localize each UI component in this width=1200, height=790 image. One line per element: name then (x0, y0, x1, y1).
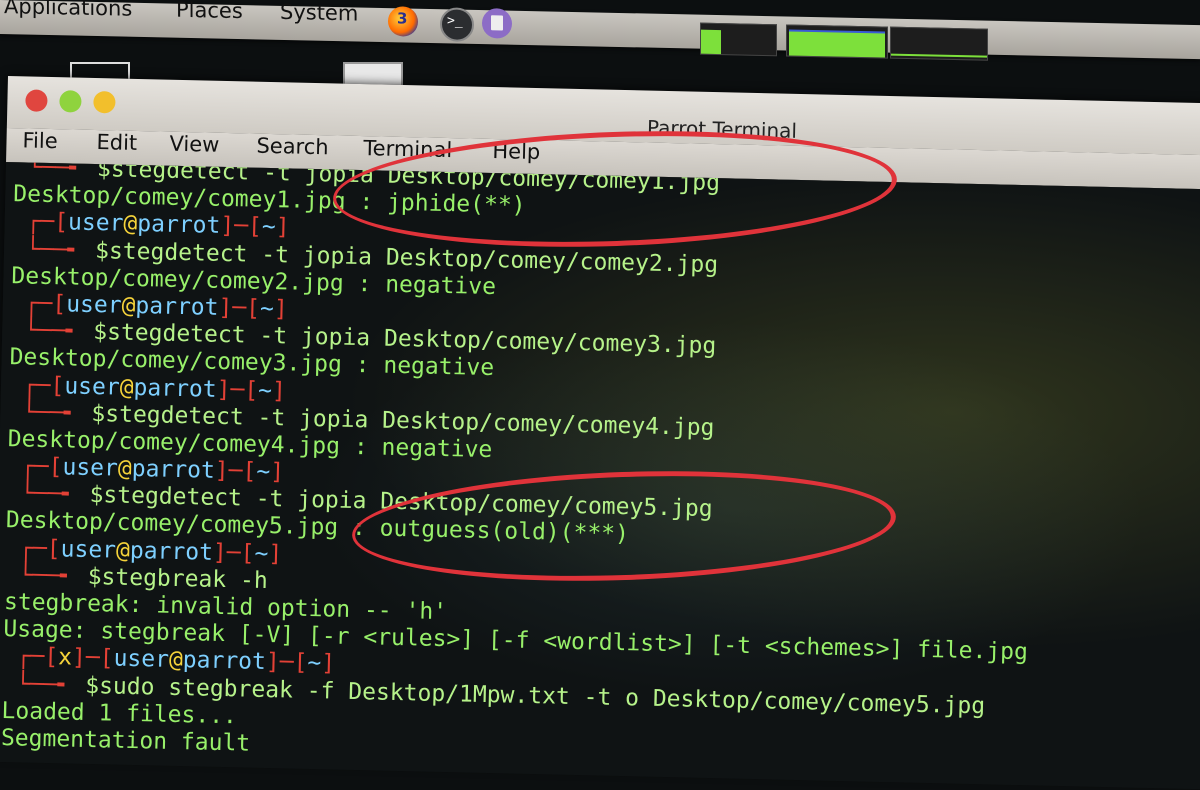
prompt-corner: └──╸ (6, 480, 90, 509)
prompt-bracket: ]─[ (216, 376, 259, 404)
prompt-bracket: ] (268, 540, 283, 567)
memory-monitor-graph[interactable] (786, 24, 888, 59)
cpu-usage-bar (701, 29, 721, 55)
prompt-bracket: ] (273, 296, 289, 323)
prompt-dir: ~ (259, 295, 275, 323)
prompt-bracket: ]─[ (214, 457, 257, 485)
prompt-dir: ~ (261, 214, 277, 241)
prompt-error-mark: x (57, 644, 73, 671)
terminal-glyph: >_ (447, 13, 463, 29)
prompt-user: user (64, 372, 121, 401)
prompt-host: parrot (137, 211, 221, 240)
prompt-at: @ (123, 211, 138, 238)
firefox-icon[interactable]: 3 (388, 6, 418, 37)
prompt-bracket: ] (275, 214, 290, 241)
menu-help[interactable]: Help (492, 139, 540, 164)
prompt-user: user (67, 209, 124, 238)
text-editor-icon[interactable] (482, 8, 512, 39)
prompt-bracket: ]─[ (220, 213, 263, 241)
panel-menu-system[interactable]: System (280, 0, 358, 26)
prompt-corner: └──╸ (11, 235, 96, 264)
menu-edit[interactable]: Edit (96, 130, 137, 155)
prompt-dir: ~ (256, 458, 271, 486)
menu-search[interactable]: Search (256, 134, 329, 160)
panel-menu-applications[interactable]: Applications (4, 0, 132, 21)
cpu-monitor-graph[interactable] (700, 22, 777, 57)
prompt-corner: └──╸ (8, 398, 92, 427)
prompt-bracket: ]─[ (265, 649, 308, 677)
memory-usage-bar (789, 31, 885, 58)
output-text: Loaded 1 files... (1, 697, 238, 730)
prompt-corner: └──╸ (1, 670, 86, 699)
prompt-bracket: ┌─[ (12, 208, 69, 236)
prompt-user: user (60, 535, 117, 564)
terminal-lines: └──╸ $stegdetect -t jopia Desktop/comey/… (1, 162, 1039, 775)
desktop-top-panel: Applications Places System 3 >_ (0, 0, 1200, 61)
prompt-bracket: ] (269, 459, 285, 486)
maximize-window-button[interactable] (59, 90, 82, 113)
prompt-bracket: ┌─[ (6, 453, 63, 481)
prompt-user: user (65, 291, 122, 319)
prompt-bracket: ] (271, 377, 287, 404)
prompt-bracket: ]─[ (218, 294, 261, 322)
prompt-bracket: ]─[ (71, 644, 114, 672)
prompt-at: @ (121, 292, 136, 319)
prompt-at: @ (115, 537, 131, 564)
prompt-bracket: ┌─[ (2, 643, 59, 671)
prompt-corner: └──╸ (13, 161, 98, 183)
prompt-corner: └──╸ (9, 317, 94, 346)
prompt-host: parrot (133, 374, 217, 403)
prompt-dir: ~ (257, 377, 273, 404)
minimize-window-button[interactable] (93, 90, 116, 114)
close-window-button[interactable] (25, 89, 48, 112)
prompt-at: @ (119, 374, 134, 401)
output-text: Segmentation fault (0, 724, 251, 757)
command-text: $stegbreak -h (87, 563, 269, 594)
prompt-bracket: ┌─[ (10, 290, 67, 318)
document-icon (491, 15, 503, 31)
menu-terminal[interactable]: Terminal (363, 136, 452, 162)
prompt-bracket: ]─[ (212, 539, 255, 567)
terminal-window: Parrot Terminal File Edit View Search Te… (0, 76, 1200, 790)
prompt-bracket: ┌─[ (8, 371, 65, 399)
firefox-glyph: 3 (397, 9, 408, 28)
prompt-dir: ~ (254, 540, 269, 567)
prompt-dir: ~ (307, 650, 322, 677)
prompt-user: user (113, 645, 170, 674)
window-title: Parrot Terminal (646, 115, 798, 143)
prompt-host: parrot (135, 292, 219, 321)
prompt-bracket: ┌─[ (5, 534, 61, 562)
terminal-icon[interactable]: >_ (440, 7, 474, 42)
prompt-host: parrot (131, 455, 216, 484)
prompt-user: user (62, 454, 119, 482)
menu-view[interactable]: View (169, 132, 219, 157)
prompt-at: @ (117, 455, 133, 482)
network-usage-bar (891, 53, 987, 58)
prompt-at: @ (168, 647, 184, 674)
terminal-output-area[interactable]: └──╸ $stegdetect -t jopia Desktop/comey/… (0, 161, 1200, 790)
network-monitor-graph[interactable] (890, 26, 988, 61)
prompt-host: parrot (182, 647, 267, 676)
prompt-corner: └──╸ (4, 561, 89, 590)
panel-menu-places[interactable]: Places (176, 0, 243, 23)
prompt-host: parrot (129, 537, 214, 566)
prompt-bracket: ] (321, 650, 336, 677)
menu-file[interactable]: File (22, 128, 58, 153)
